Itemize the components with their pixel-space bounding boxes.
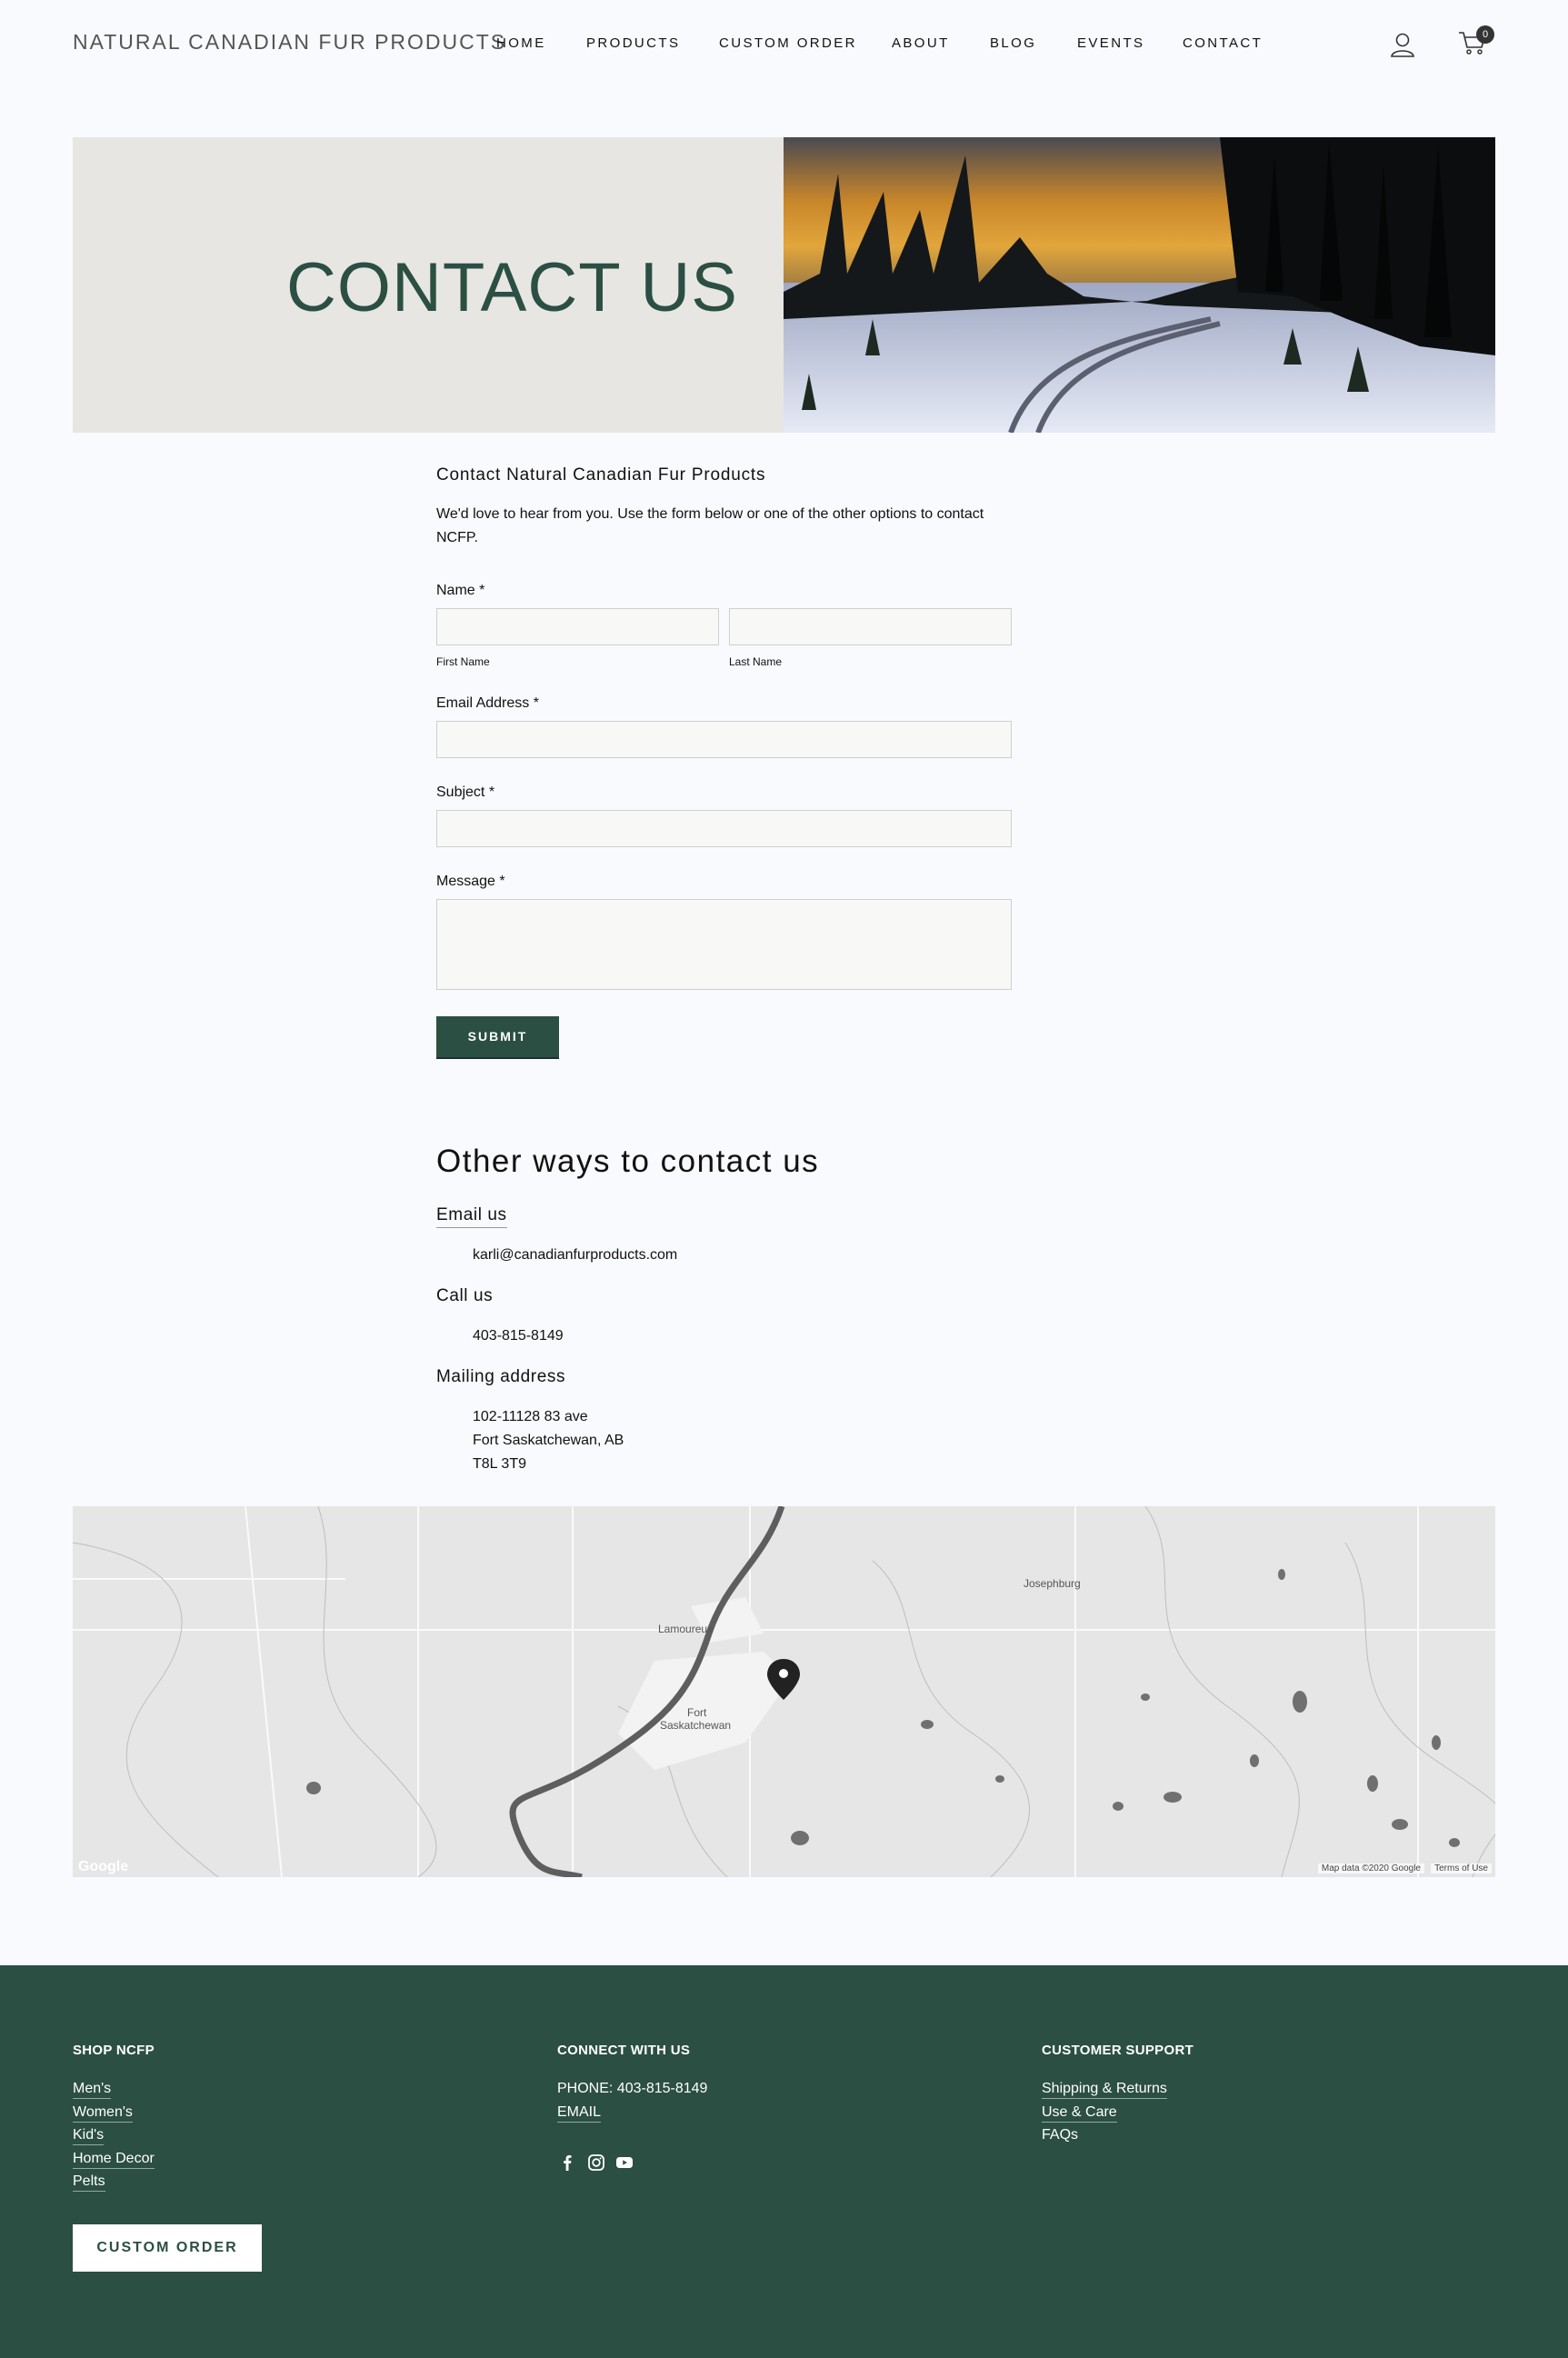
- footer-email-link[interactable]: EMAIL: [557, 2103, 602, 2123]
- email-value[interactable]: karli@canadianfurproducts.com: [473, 1244, 677, 1267]
- footer-link-pelts[interactable]: Pelts: [73, 2173, 105, 2192]
- nav-contact[interactable]: CONTACT: [1183, 35, 1263, 51]
- nav-about[interactable]: ABOUT: [892, 35, 950, 51]
- footer-link-faqs[interactable]: FAQs: [1042, 2126, 1078, 2144]
- nav-custom-order[interactable]: CUSTOM ORDER: [719, 35, 857, 51]
- form-heading: Contact Natural Canadian Fur Products: [436, 465, 766, 485]
- first-name-input[interactable]: [436, 608, 719, 645]
- submit-button[interactable]: SUBMIT: [436, 1016, 559, 1057]
- address-line-3: T8L 3T9: [473, 1456, 526, 1472]
- message-label: Message *: [436, 874, 505, 889]
- map-label-josephburg: Josephburg: [1024, 1577, 1081, 1590]
- location-map[interactable]: Lamoureux Fort Saskatchewan Josephburg G…: [73, 1506, 1495, 1877]
- custom-order-button[interactable]: CUSTOM ORDER: [73, 2224, 262, 2272]
- nav-products[interactable]: PRODUCTS: [586, 35, 680, 51]
- footer-phone[interactable]: PHONE: 403-815-8149: [557, 2080, 707, 2098]
- page-title: CONTACT US: [286, 249, 738, 326]
- phone-value: 403-815-8149: [473, 1328, 564, 1344]
- site-footer: SHOP NCFP Men's Women's Kid's Home Decor…: [0, 1965, 1568, 2358]
- first-name-sublabel: First Name: [436, 655, 490, 668]
- footer-link-shipping[interactable]: Shipping & Returns: [1042, 2080, 1167, 2099]
- address-line-2: Fort Saskatchewan, AB: [473, 1433, 624, 1448]
- nav-blog[interactable]: BLOG: [990, 35, 1036, 51]
- map-label-fort: Fort: [687, 1706, 707, 1719]
- support-heading: CUSTOMER SUPPORT: [1042, 2043, 1194, 2058]
- map-terms-link[interactable]: Terms of Use: [1431, 1863, 1492, 1873]
- hero-text-panel: CONTACT US: [73, 137, 784, 433]
- hero-banner: CONTACT US: [73, 137, 1495, 433]
- call-us-heading: Call us: [436, 1286, 494, 1305]
- last-name-sublabel: Last Name: [729, 655, 783, 668]
- account-icon[interactable]: [1389, 31, 1416, 58]
- footer-link-use-care[interactable]: Use & Care: [1042, 2103, 1117, 2123]
- youtube-icon[interactable]: [614, 2153, 634, 2173]
- address-line-1: 102-11128 83 ave: [473, 1409, 588, 1424]
- map-data-credit: Map data ©2020 Google: [1317, 1863, 1424, 1873]
- instagram-icon[interactable]: [586, 2153, 606, 2173]
- email-label: Email Address *: [436, 695, 539, 711]
- message-textarea[interactable]: [436, 899, 1012, 990]
- mailing-address-heading: Mailing address: [436, 1367, 566, 1386]
- cart-count-badge: 0: [1476, 25, 1494, 44]
- nav-events[interactable]: EVENTS: [1077, 35, 1144, 51]
- site-logo[interactable]: NATURAL CANADIAN FUR PRODUCTS: [73, 30, 506, 55]
- last-name-input[interactable]: [729, 608, 1012, 645]
- nav-home[interactable]: HOME: [496, 35, 546, 51]
- name-label: Name *: [436, 583, 485, 598]
- footer-link-home-decor[interactable]: Home Decor: [73, 2150, 155, 2169]
- connect-heading: CONNECT WITH US: [557, 2043, 691, 2058]
- other-contact-heading: Other ways to contact us: [436, 1144, 820, 1179]
- google-logo: Google: [78, 1859, 129, 1874]
- form-intro: We'd love to hear from you. Use the form…: [436, 506, 984, 545]
- map-label-saskatchewan: Saskatchewan: [660, 1719, 732, 1732]
- email-us-link[interactable]: Email us: [436, 1205, 507, 1228]
- subject-label: Subject *: [436, 784, 495, 800]
- email-input[interactable]: [436, 721, 1012, 758]
- facebook-icon[interactable]: [557, 2153, 577, 2173]
- map-label-lamoureux: Lamoureux: [658, 1623, 714, 1635]
- footer-link-mens[interactable]: Men's: [73, 2080, 112, 2099]
- hero-image: [784, 137, 1495, 433]
- shop-heading: SHOP NCFP: [73, 2043, 155, 2058]
- subject-input[interactable]: [436, 810, 1012, 847]
- footer-link-kids[interactable]: Kid's: [73, 2126, 105, 2145]
- site-header: NATURAL CANADIAN FUR PRODUCTS HOME PRODU…: [0, 0, 1568, 87]
- footer-link-womens[interactable]: Women's: [73, 2103, 133, 2123]
